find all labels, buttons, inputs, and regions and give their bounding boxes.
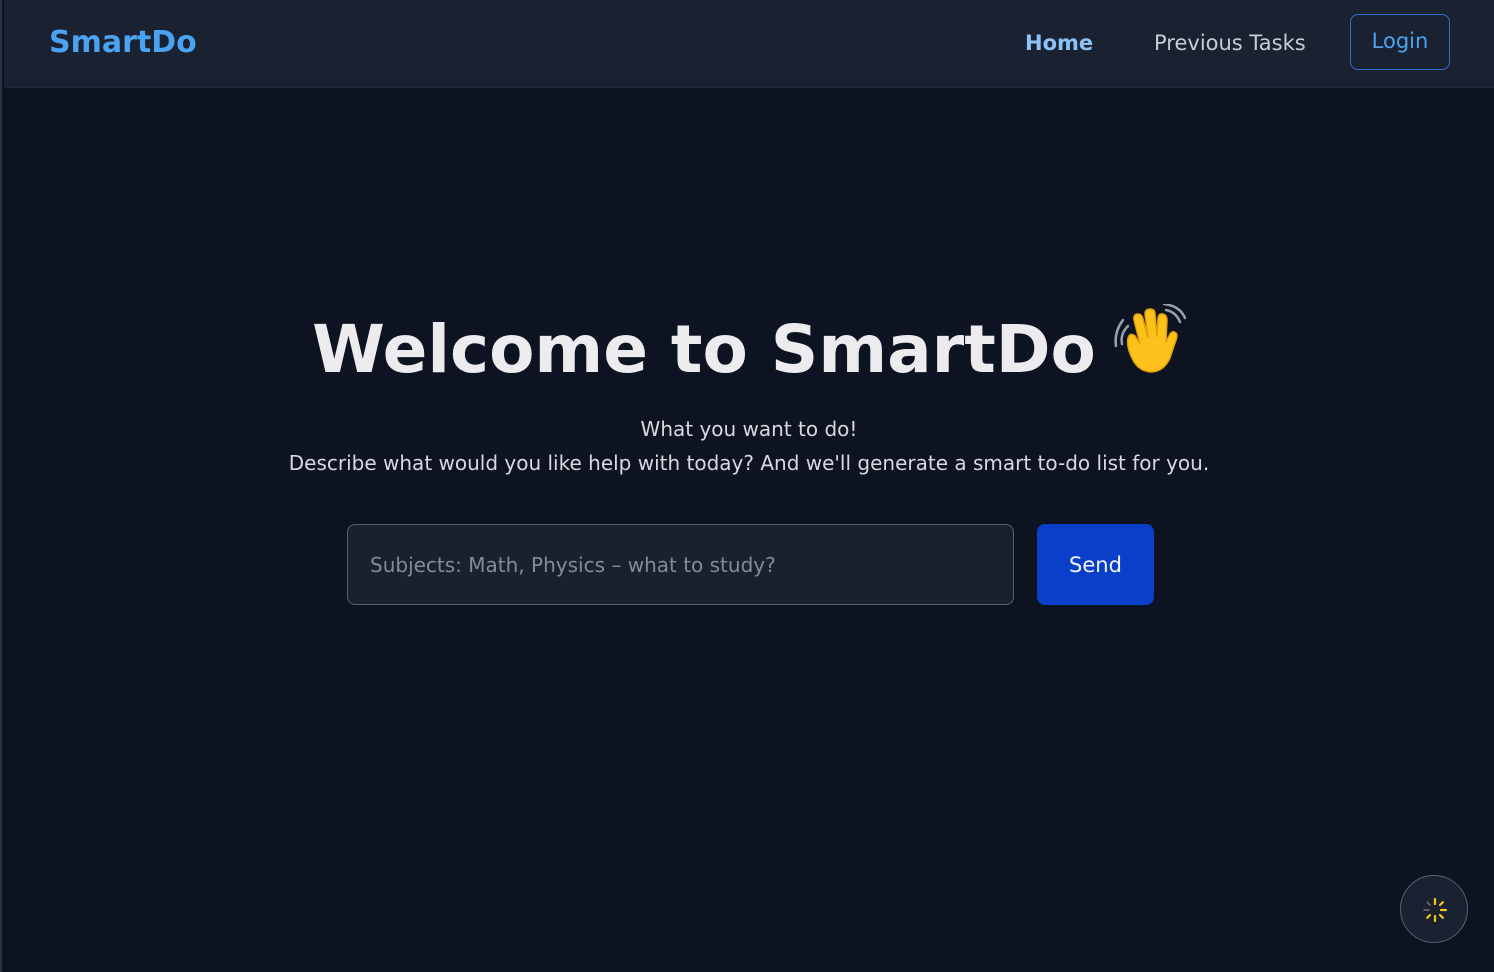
top-navbar: SmartDo Home Previous Tasks Login (4, 0, 1494, 88)
hero-heading: Welcome to SmartDo (2, 302, 1494, 398)
hero-title-text: Welcome to SmartDo (312, 311, 1096, 388)
floating-action-button[interactable] (1400, 875, 1468, 943)
hero-subtitle-line-2: Describe what would you like help with t… (288, 451, 1210, 475)
nav-link-home[interactable]: Home (1025, 28, 1093, 58)
task-prompt-input[interactable] (347, 524, 1014, 605)
waving-hand-icon (1114, 302, 1187, 398)
login-button[interactable]: Login (1350, 14, 1450, 70)
brand-logo[interactable]: SmartDo (49, 24, 197, 62)
hero-subtitle-line-1: What you want to do! (640, 417, 858, 441)
send-button[interactable]: Send (1037, 524, 1154, 605)
app-window: SmartDo Home Previous Tasks Login Welcom… (0, 0, 1494, 972)
loading-spinner-icon (1423, 897, 1448, 923)
nav-link-previous-tasks[interactable]: Previous Tasks (1154, 28, 1306, 58)
